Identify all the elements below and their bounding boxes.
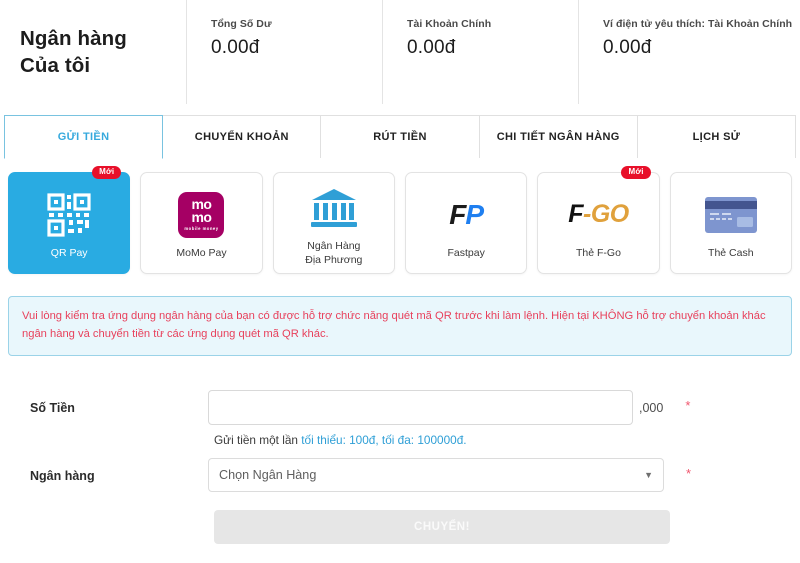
- tab-bar: GỬI TIỀN CHUYỂN KHOẢN RÚT TIỀN CHI TIẾT …: [4, 115, 796, 158]
- amount-label: Số Tiền: [0, 390, 208, 415]
- amount-row: Số Tiền ,000 *: [0, 390, 800, 425]
- submit-button[interactable]: CHUYỂN!: [214, 510, 670, 544]
- tab-chi-tiet-ngan-hang[interactable]: CHI TIẾT NGÂN HÀNG: [480, 115, 638, 158]
- tab-lich-su[interactable]: LỊCH SỬ: [638, 115, 796, 158]
- tab-rut-tien[interactable]: RÚT TIỀN: [321, 115, 479, 158]
- stat-value: 0.00đ: [211, 37, 382, 59]
- brand-block: Ngân hàng Của tôi: [0, 0, 186, 104]
- brand-line-2: Của tôi: [20, 52, 127, 79]
- page-header: Ngân hàng Của tôi Tổng Số Dư 0.00đ Tài K…: [0, 0, 800, 104]
- bank-select[interactable]: Chọn Ngân Hàng ▼: [208, 458, 664, 492]
- chevron-down-icon: ▼: [644, 470, 653, 480]
- amount-suffix: ,000: [639, 390, 663, 415]
- bank-page: Ngân hàng Của tôi Tổng Số Dư 0.00đ Tài K…: [0, 0, 800, 563]
- tab-label: CHUYỂN KHOẢN: [195, 131, 289, 143]
- payment-method-list: Mới: [0, 158, 800, 274]
- amount-hint-limits: tối thiểu: 100đ, tối đa: 100000đ.: [301, 433, 466, 447]
- stat-label: Ví điện tử yêu thích: Tài Khoản Chính: [603, 18, 800, 30]
- method-card-the-cash[interactable]: Thẻ Cash: [670, 172, 792, 274]
- amount-required-mark: *: [685, 390, 690, 413]
- bank-label: Ngân hàng: [0, 458, 208, 483]
- brand-line-1: Ngân hàng: [20, 25, 127, 52]
- stat-total-balance: Tổng Số Dư 0.00đ: [186, 0, 382, 104]
- tab-chuyen-khoan[interactable]: CHUYỂN KHOẢN: [163, 115, 321, 158]
- new-badge: Mới: [621, 166, 650, 179]
- deposit-form: Số Tiền ,000 * Gửi tiền một lần tối thiể…: [0, 390, 800, 544]
- new-badge: Mới: [92, 166, 121, 179]
- method-label: MoMo Pay: [176, 247, 226, 261]
- method-label: QR Pay: [51, 247, 88, 261]
- method-label: Fastpay: [447, 247, 484, 261]
- method-label-line2: Địa Phương: [305, 254, 362, 266]
- tab-label: GỬI TIỀN: [58, 131, 110, 143]
- fastpay-logo-icon: FP: [449, 188, 483, 242]
- bank-row: Ngân hàng Chọn Ngân Hàng ▼ *: [0, 458, 800, 492]
- stat-label: Tài Khoản Chính: [407, 18, 578, 30]
- fgo-logo-icon: F-GO: [568, 188, 629, 242]
- amount-hint-prefix: Gửi tiền một lần: [214, 433, 298, 447]
- tab-label: RÚT TIỀN: [373, 131, 427, 143]
- method-label: Thẻ Cash: [708, 247, 754, 261]
- tab-label: LỊCH SỬ: [693, 131, 741, 143]
- balance-stats: Tổng Số Dư 0.00đ Tài Khoản Chính 0.00đ V…: [186, 0, 800, 104]
- tab-gui-tien[interactable]: GỬI TIỀN: [4, 115, 163, 159]
- stat-value: 0.00đ: [603, 37, 800, 59]
- stat-favorite-wallet: Ví điện tử yêu thích: Tài Khoản Chính 0.…: [578, 0, 800, 104]
- qr-code-icon: [47, 188, 91, 242]
- method-label: Ngân Hàng Địa Phương: [305, 240, 362, 267]
- stat-main-account: Tài Khoản Chính 0.00đ: [382, 0, 578, 104]
- bank-building-icon: [310, 181, 358, 235]
- method-card-local-bank[interactable]: Ngân Hàng Địa Phương: [273, 172, 395, 274]
- page-title: Ngân hàng Của tôi: [20, 25, 127, 79]
- credit-card-icon: [704, 188, 758, 242]
- momo-logo-icon: mo mo mobile money: [178, 188, 224, 242]
- method-card-momo-pay[interactable]: mo mo mobile money MoMo Pay: [140, 172, 262, 274]
- method-label: Thẻ F-Go: [576, 247, 621, 261]
- bank-required-mark: *: [686, 458, 691, 481]
- amount-hint: Gửi tiền một lần tối thiểu: 100đ, tối đa…: [208, 433, 800, 447]
- method-card-qr-pay[interactable]: Mới: [8, 172, 130, 274]
- bank-field-wrap: Chọn Ngân Hàng ▼ *: [208, 458, 800, 492]
- tab-label: CHI TIẾT NGÂN HÀNG: [497, 131, 620, 143]
- submit-wrap: CHUYỂN!: [208, 510, 800, 544]
- method-label-line1: Ngân Hàng: [307, 240, 360, 252]
- amount-field-wrap: ,000 *: [208, 390, 800, 425]
- method-card-fastpay[interactable]: FP Fastpay: [405, 172, 527, 274]
- stat-label: Tổng Số Dư: [211, 18, 382, 30]
- method-card-the-f-go[interactable]: Mới F-GO Thẻ F-Go: [537, 172, 659, 274]
- bank-select-value: Chọn Ngân Hàng: [219, 468, 316, 482]
- amount-input[interactable]: [208, 390, 633, 425]
- qr-warning-notice: Vui lòng kiểm tra ứng dụng ngân hàng của…: [8, 296, 792, 356]
- stat-value: 0.00đ: [407, 37, 578, 59]
